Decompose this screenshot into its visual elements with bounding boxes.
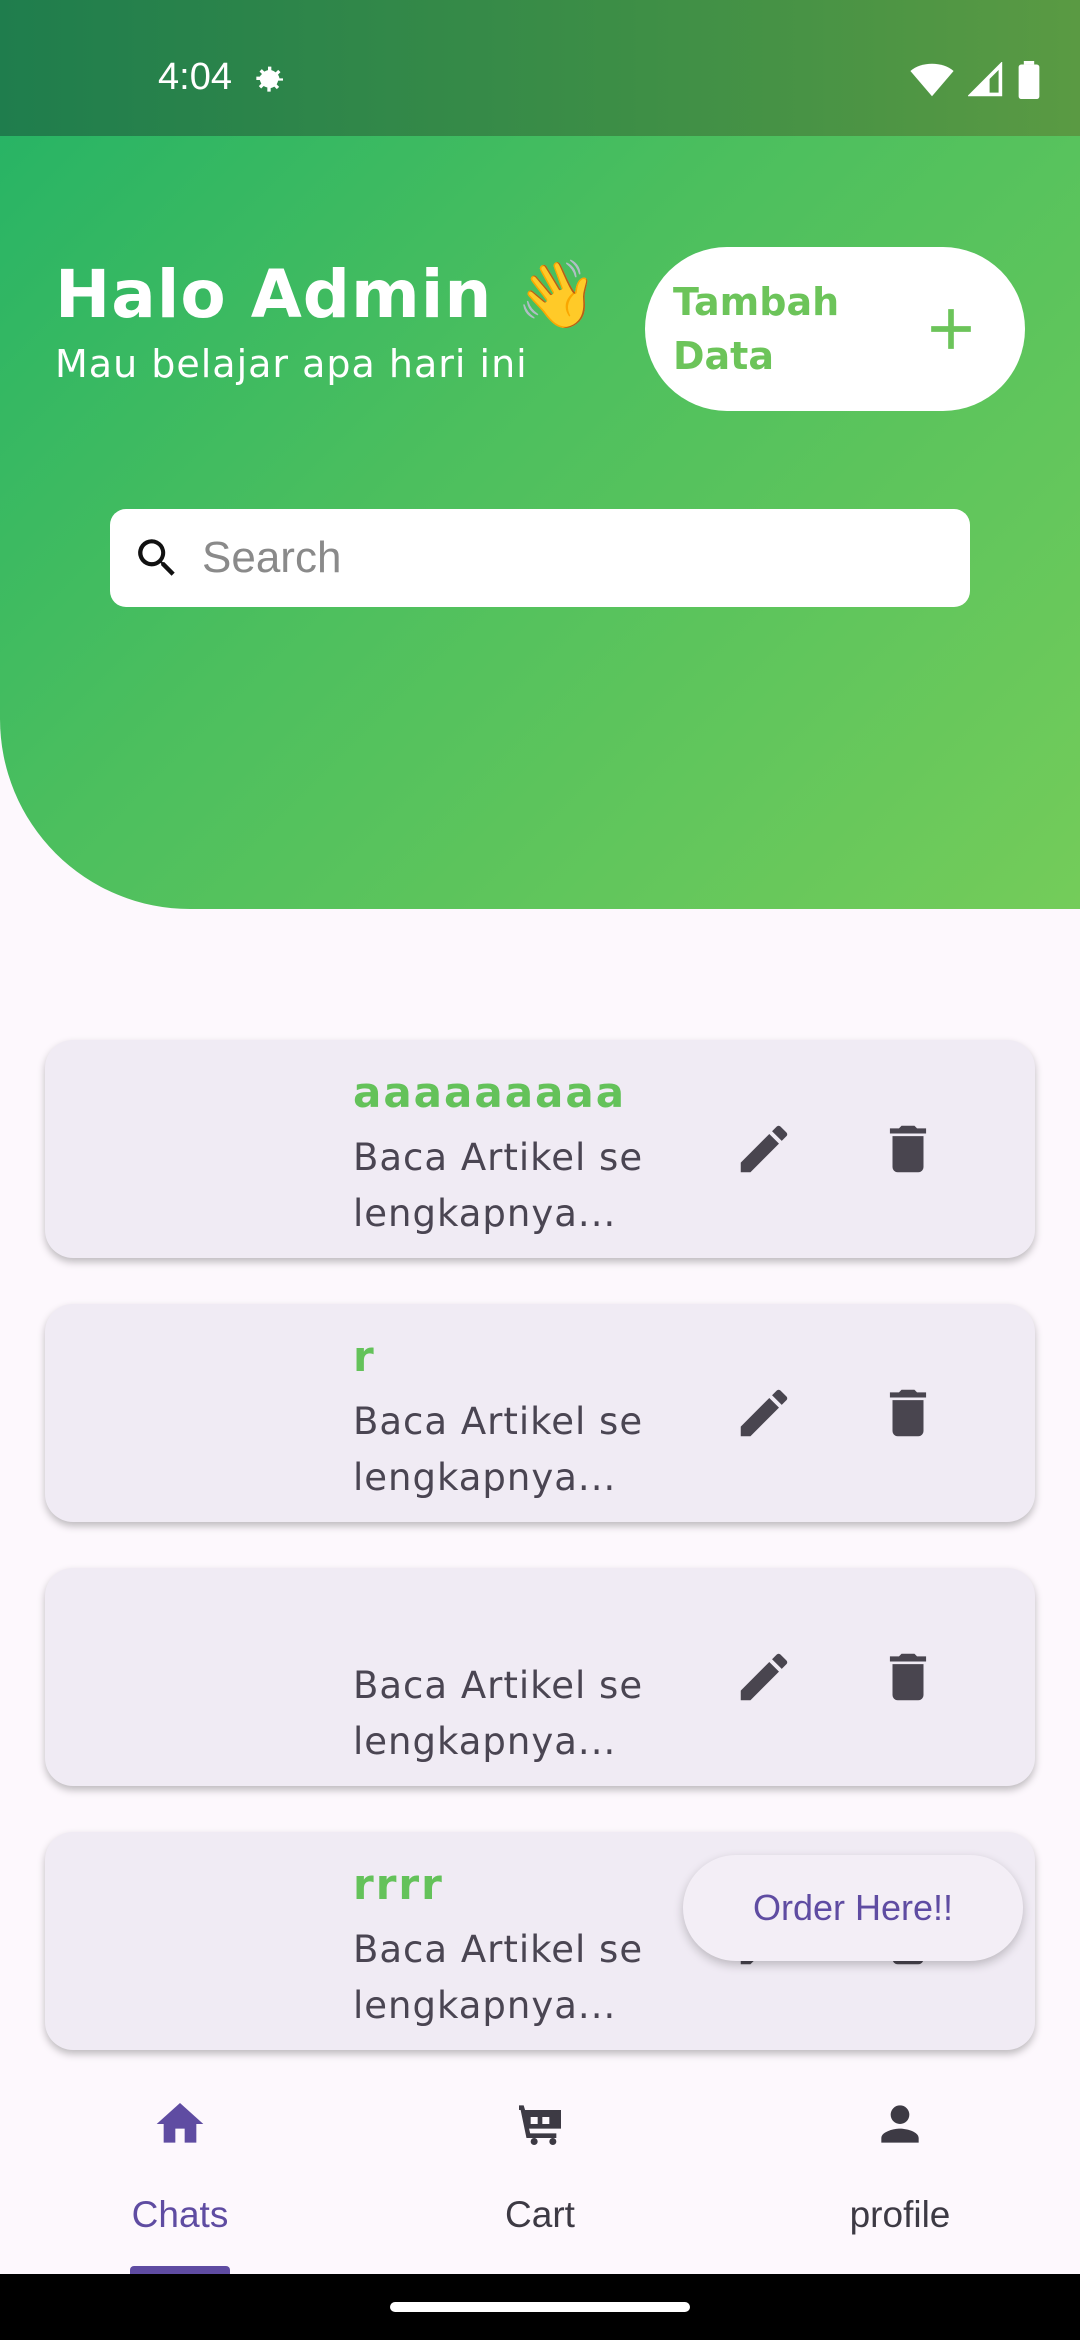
edit-icon[interactable] bbox=[733, 1118, 795, 1180]
cart-icon bbox=[519, 2105, 561, 2145]
status-bar: 4:04 bbox=[0, 0, 1080, 136]
active-tab-indicator bbox=[130, 2266, 230, 2274]
search-input[interactable] bbox=[200, 532, 944, 584]
add-data-label: Tambah Data bbox=[673, 280, 840, 378]
header-background bbox=[0, 0, 1080, 909]
edit-icon[interactable] bbox=[733, 1646, 795, 1708]
wifi-icon bbox=[910, 63, 954, 97]
gesture-navigation-bar bbox=[0, 2274, 1080, 2340]
article-card[interactable]: r Baca Artikel se lengkapnya... bbox=[45, 1304, 1035, 1522]
article-title: aaaaaaaaa bbox=[353, 1068, 627, 1117]
add-data-button[interactable]: Tambah Data bbox=[645, 247, 1025, 411]
article-description: Baca Artikel se lengkapnya... bbox=[353, 1664, 644, 1763]
nav-item-profile[interactable]: profile bbox=[720, 2074, 1080, 2274]
article-card[interactable]: aaaaaaaaa Baca Artikel se lengkapnya... bbox=[45, 1040, 1035, 1258]
delete-icon[interactable] bbox=[877, 1382, 939, 1444]
person-icon bbox=[881, 2105, 919, 2143]
greeting: Halo Admin 👋 Mau belajar apa hari ini bbox=[55, 256, 600, 386]
bottom-navigation: Chats Cart profile bbox=[0, 2074, 1080, 2274]
nav-label-profile: profile bbox=[849, 2194, 951, 2235]
home-icon bbox=[156, 2103, 204, 2143]
battery-icon bbox=[1018, 61, 1040, 99]
delete-icon[interactable] bbox=[877, 1646, 939, 1708]
search-icon bbox=[138, 539, 175, 576]
search-bar[interactable] bbox=[110, 509, 970, 607]
nav-label-chats: Chats bbox=[131, 2194, 229, 2235]
delete-icon[interactable] bbox=[877, 1118, 939, 1180]
nav-label-cart: Cart bbox=[505, 2194, 575, 2235]
nav-item-chats[interactable]: Chats bbox=[0, 2074, 360, 2274]
edit-icon[interactable] bbox=[733, 1382, 795, 1444]
article-title: r bbox=[353, 1332, 376, 1381]
greeting-title: Halo Admin 👋 bbox=[55, 256, 600, 333]
order-here-button[interactable]: Order Here!! bbox=[683, 1855, 1023, 1961]
greeting-subtitle: Mau belajar apa hari ini bbox=[55, 342, 528, 386]
article-card[interactable]: Baca Artikel se lengkapnya... bbox=[45, 1568, 1035, 1786]
article-description: Baca Artikel se lengkapnya... bbox=[353, 1928, 644, 2027]
status-time: 4:04 bbox=[158, 56, 232, 98]
settings-icon bbox=[256, 66, 283, 92]
gesture-handle[interactable] bbox=[390, 2302, 690, 2312]
article-description: Baca Artikel se lengkapnya... bbox=[353, 1136, 644, 1235]
plus-icon bbox=[931, 309, 971, 349]
article-description: Baca Artikel se lengkapnya... bbox=[353, 1400, 644, 1499]
nav-item-cart[interactable]: Cart bbox=[360, 2074, 720, 2274]
cellular-icon bbox=[968, 62, 1003, 97]
article-title: rrrr bbox=[353, 1860, 444, 1909]
